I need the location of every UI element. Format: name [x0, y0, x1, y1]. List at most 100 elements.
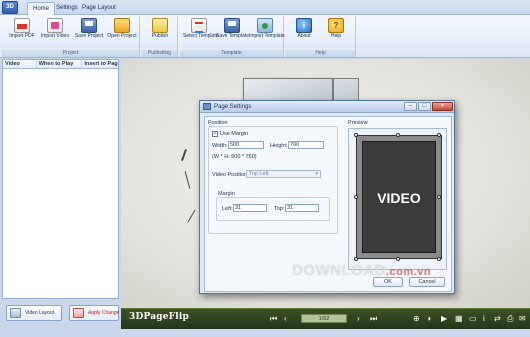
download-watermark: DOWNLOAD.com.vn — [292, 262, 431, 279]
apply-change-icon — [73, 308, 84, 318]
ribbon: Import PDF Import Video Save Project Ope… — [0, 15, 530, 58]
watermark-main: DOWNLOAD — [292, 262, 386, 279]
sound-icon[interactable]: ◗ — [427, 314, 432, 323]
dialog-title: Page Settings — [214, 104, 252, 110]
import-pdf-label: Import PDF — [9, 33, 35, 39]
resize-handle[interactable] — [437, 195, 441, 199]
apply-change-button[interactable]: Apply Change — [69, 305, 119, 321]
select-template-icon — [191, 18, 207, 33]
open-project-button[interactable]: Open Project — [106, 18, 138, 48]
resize-handle[interactable] — [354, 257, 358, 261]
share-icon[interactable]: ⇄ — [494, 314, 501, 323]
ribbon-tab-row: 3D Home Settings Page Layout — [0, 0, 530, 15]
tab-page-layout[interactable]: Page Layout — [77, 2, 121, 15]
resize-handle[interactable] — [437, 133, 441, 137]
page-number-input[interactable]: 1/52 — [301, 314, 347, 323]
open-project-label: Open Project — [107, 33, 137, 39]
height-input[interactable]: 700 — [288, 141, 324, 149]
save-project-button[interactable]: Save Project — [73, 18, 105, 48]
resize-handle[interactable] — [354, 195, 358, 199]
brand-logo: 3DPageFlip — [129, 312, 189, 322]
video-list-panel[interactable]: Video When to Play Insert to Page — [2, 59, 119, 299]
margin-top-input[interactable]: 31 — [285, 204, 319, 212]
size-hint-text: (W * H: 500 * 750) — [212, 154, 257, 160]
column-when-to-play[interactable]: When to Play — [37, 60, 83, 68]
video-table-header: Video When to Play Insert to Page — [3, 60, 118, 69]
email-icon[interactable]: ✉ — [519, 314, 526, 323]
resize-handle[interactable] — [396, 257, 400, 261]
zoom-icon[interactable]: ⊕ — [413, 314, 420, 323]
preview-section-label: Preview — [348, 120, 368, 126]
about-icon: i — [296, 18, 312, 33]
import-pdf-button[interactable]: Import PDF — [6, 18, 38, 48]
import-video-label: Import Video — [40, 33, 70, 39]
use-margin-label: Use Margin — [220, 131, 249, 137]
about-label: About — [297, 33, 311, 39]
select-template-button[interactable]: Select Template — [183, 18, 219, 48]
previous-page-icon[interactable]: ‹ — [284, 314, 287, 323]
app-menu-button[interactable]: 3D — [2, 1, 18, 14]
group-label-template: Template — [180, 50, 283, 57]
ribbon-group-publishing: Publish Publishing — [142, 16, 178, 57]
save-template-button[interactable]: Save Template — [216, 18, 249, 48]
help-button[interactable]: ? Help — [320, 18, 352, 48]
group-label-help: Help — [286, 50, 355, 57]
save-template-icon — [224, 18, 240, 33]
help-icon: ? — [328, 18, 344, 33]
column-video[interactable]: Video — [3, 60, 37, 68]
open-project-icon — [114, 18, 130, 33]
video-layout-button[interactable]: Video Layout — [6, 305, 62, 321]
ribbon-group-help: i About ? Help Help — [286, 16, 356, 57]
width-input[interactable]: 500 — [228, 141, 264, 149]
publish-icon — [152, 18, 168, 33]
group-label-project: Project — [2, 50, 139, 57]
decorative-branch — [181, 149, 187, 161]
preview-book: VIDEO — [356, 135, 442, 259]
resize-handle[interactable] — [396, 133, 400, 137]
preview-video-placeholder[interactable]: VIDEO — [362, 141, 436, 253]
info-icon[interactable]: i — [483, 314, 485, 323]
group-label-publishing: Publishing — [142, 50, 177, 57]
close-button[interactable]: × — [432, 102, 453, 111]
resize-handle[interactable] — [354, 133, 358, 137]
video-layout-icon — [10, 308, 21, 318]
save-template-label: Save Template — [216, 33, 249, 39]
import-template-icon — [257, 18, 273, 33]
left-panel-actions: Video Layout Apply Change — [0, 299, 121, 329]
import-video-button[interactable]: Import Video — [39, 18, 71, 48]
import-template-button[interactable]: Import Template — [249, 18, 285, 48]
ribbon-group-template: Select Template Save Template Import Tem… — [180, 16, 285, 57]
publish-label: Publish — [151, 33, 169, 39]
decorative-branch — [184, 171, 191, 189]
dialog-titlebar[interactable]: Page Settings – □ × — [200, 101, 454, 113]
fullscreen-icon[interactable]: ▭ — [469, 314, 477, 323]
preview-frame: VIDEO — [348, 128, 447, 270]
maximize-button[interactable]: □ — [418, 102, 431, 111]
width-label: Width: — [212, 143, 228, 149]
dialog-app-icon — [203, 103, 211, 110]
margin-left-input[interactable]: 31 — [233, 204, 267, 212]
import-video-icon — [47, 18, 63, 33]
autoplay-icon[interactable]: ▶ — [441, 314, 447, 323]
height-label: Height: — [270, 143, 288, 149]
save-project-icon — [81, 18, 97, 33]
resize-handle[interactable] — [437, 257, 441, 261]
first-page-icon[interactable]: ⏮ — [270, 314, 277, 323]
help-label: Help — [330, 33, 342, 39]
import-template-label: Import Template — [249, 33, 285, 39]
minimize-button[interactable]: – — [404, 102, 417, 111]
video-layout-label: Video Layout — [25, 310, 55, 316]
decorative-branch — [187, 209, 196, 223]
use-margin-checkbox[interactable]: ✓ — [212, 131, 218, 137]
import-pdf-icon — [14, 18, 30, 33]
next-page-icon[interactable]: › — [357, 314, 360, 323]
publish-button[interactable]: Publish — [144, 18, 176, 48]
about-button[interactable]: i About — [288, 18, 320, 48]
ribbon-group-project: Import PDF Import Video Save Project Ope… — [2, 16, 140, 57]
column-insert-to-page[interactable]: Insert to Page — [82, 60, 118, 68]
print-icon[interactable]: ⎙ — [507, 314, 513, 323]
video-position-select[interactable]: Top Left — [246, 170, 321, 178]
select-template-label: Select Template — [183, 33, 219, 39]
thumbnails-icon[interactable]: ▦ — [455, 314, 463, 323]
last-page-icon[interactable]: ⏭ — [370, 314, 377, 323]
